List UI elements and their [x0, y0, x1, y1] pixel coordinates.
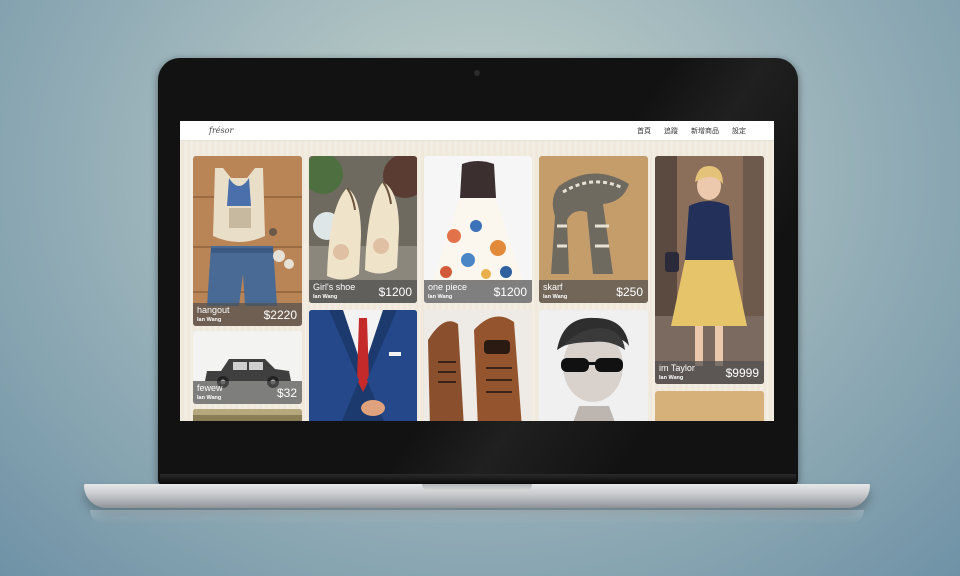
product-caption: hangout Ian Wang $2220 — [193, 303, 302, 326]
leather-boots-image — [424, 310, 532, 421]
product-card-skarf[interactable]: skarf Ian Wang $250 — [539, 156, 648, 303]
partial-product-image — [193, 409, 302, 421]
product-caption: im Taylor Ian Wang $9999 — [655, 361, 764, 384]
product-caption: one piece Ian Wang $1200 — [424, 280, 532, 303]
product-card-im-taylor[interactable]: im Taylor Ian Wang $9999 — [655, 156, 764, 384]
product-title: im Taylor — [659, 363, 695, 373]
nav-add-product[interactable]: 新增商品 — [691, 126, 719, 136]
app-screen: frésor 首頁 追蹤 新增商品 設定 hangout Ian Wang $2… — [180, 121, 774, 421]
nav-links: 首頁 追蹤 新增商品 設定 — [637, 126, 746, 136]
outfit-flatlay-image — [193, 156, 302, 326]
product-price: $1200 — [493, 285, 527, 299]
product-caption: Girl's shoe Ian Wang $1200 — [309, 280, 417, 303]
nav-settings[interactable]: 設定 — [732, 126, 746, 136]
product-price: $2220 — [263, 308, 297, 322]
sunglasses-portrait-image — [539, 310, 648, 421]
product-card-boots[interactable] — [424, 310, 532, 421]
product-card-partial-2[interactable] — [655, 391, 764, 421]
product-title: one piece — [428, 282, 468, 292]
nav-follow[interactable]: 追蹤 — [664, 126, 678, 136]
app-logo[interactable]: frésor — [209, 126, 233, 135]
product-title: hangout — [197, 305, 230, 315]
product-card-hangout[interactable]: hangout Ian Wang $2220 — [193, 156, 302, 326]
product-seller: Ian Wang — [659, 375, 684, 381]
product-caption: skarf Ian Wang $250 — [539, 280, 648, 303]
product-price: $1200 — [378, 285, 412, 299]
product-card-girls-shoe[interactable]: Girl's shoe Ian Wang $1200 — [309, 156, 417, 303]
product-caption: fewew Ian Wang $32 — [193, 381, 302, 404]
laptop-bezel-bottom — [160, 474, 796, 484]
laptop-notch — [422, 484, 532, 491]
laptop-base — [84, 484, 870, 508]
nav-home[interactable]: 首頁 — [637, 126, 651, 136]
product-card-fewew[interactable]: fewew Ian Wang $32 — [193, 331, 302, 404]
suit-tie-image — [309, 310, 417, 421]
product-card-sunglasses[interactable] — [539, 310, 648, 421]
laptop-reflection — [90, 510, 864, 524]
product-card-suit[interactable] — [309, 310, 417, 421]
product-title: skarf — [543, 282, 563, 292]
product-price: $9999 — [725, 366, 759, 380]
top-navbar: frésor 首頁 追蹤 新增商品 設定 — [180, 121, 774, 141]
street-style-image — [655, 156, 764, 384]
product-price: $250 — [616, 285, 643, 299]
product-card-one-piece[interactable]: one piece Ian Wang $1200 — [424, 156, 532, 303]
partial-product-image-2 — [655, 391, 764, 421]
product-card-partial[interactable] — [193, 409, 302, 421]
product-seller: Ian Wang — [197, 395, 222, 401]
product-price: $32 — [276, 386, 297, 400]
camera-icon — [474, 70, 480, 76]
product-title: Girl's shoe — [313, 282, 356, 292]
product-seller: Ian Wang — [313, 294, 338, 300]
product-title: fewew — [197, 383, 223, 393]
product-seller: Ian Wang — [197, 317, 222, 323]
product-seller: Ian Wang — [428, 294, 453, 300]
product-seller: Ian Wang — [543, 294, 568, 300]
